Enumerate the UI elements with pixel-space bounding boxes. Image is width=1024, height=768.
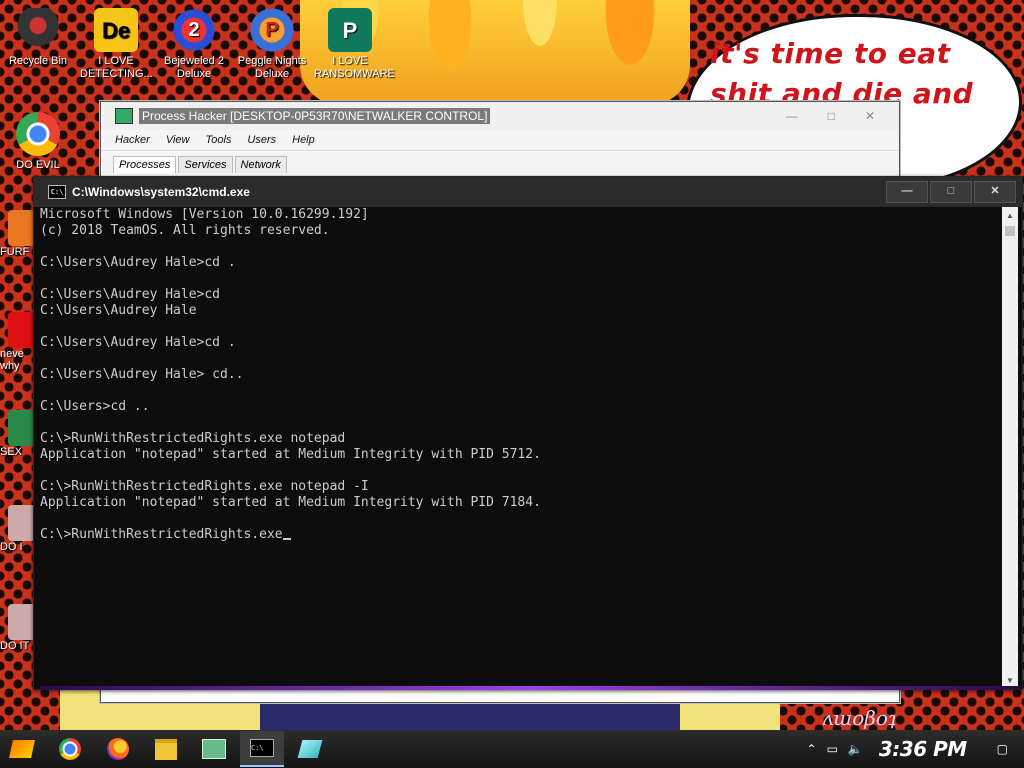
console-line: C:\Users>cd .. <box>40 399 150 414</box>
system-tray: ⌃ ▭ 🔈 3:36 PM ▢ <box>807 730 1024 768</box>
menu-help[interactable]: Help <box>292 134 315 146</box>
volume-icon[interactable]: 🔈 <box>848 742 863 756</box>
console-line: Microsoft Windows [Version 10.0.16299.19… <box>40 207 369 222</box>
start-button[interactable] <box>0 732 44 766</box>
window-title: Process Hacker [DESKTOP-0P53R70\NETWALKE… <box>139 108 491 124</box>
console-line: Application "notepad" started at Medium … <box>40 447 541 462</box>
desktop-icon-recycle-bin[interactable]: Recycle Bin <box>2 8 74 68</box>
chrome-icon <box>59 738 81 760</box>
menu-bar: Hacker View Tools Users Help <box>101 130 899 151</box>
desktop-icon-ransomware[interactable]: P I LOVE RANSOMWARE <box>314 8 395 81</box>
process-hacker-icon <box>115 108 133 124</box>
desktop-icon-label: I LOVE RANSOMWARE <box>314 55 395 80</box>
tab-processes[interactable]: Processes <box>113 156 177 173</box>
taskbar-app[interactable] <box>288 732 332 766</box>
console-line: (c) 2018 TeamOS. All rights reserved. <box>40 223 330 238</box>
taskbar-cmd[interactable]: C:\ <box>240 731 284 767</box>
window-title: C:\Windows\system32\cmd.exe <box>72 185 250 199</box>
console-output[interactable]: Microsoft Windows [Version 10.0.16299.19… <box>40 207 1000 689</box>
desktop-icon-label: DO I <box>0 541 23 553</box>
process-hacker-icon <box>202 739 226 759</box>
bejeweled-icon: 2 <box>172 8 216 52</box>
close-button[interactable]: ✕ <box>974 181 1016 203</box>
tab-network[interactable]: Network <box>234 156 287 173</box>
console-line: C:\Users\Audrey Hale>cd . <box>40 255 236 270</box>
chrome-icon <box>16 112 60 156</box>
cmd-icon: C:\ <box>48 185 66 199</box>
cmd-titlebar[interactable]: C:\ C:\Windows\system32\cmd.exe — □ ✕ <box>34 177 1022 207</box>
console-line: C:\>RunWithRestrictedRights.exe notepad … <box>40 479 369 494</box>
close-button[interactable]: ✕ <box>865 109 875 123</box>
desktop-icon-peggle[interactable]: P Peggle Nights Deluxe <box>236 8 308 81</box>
clock[interactable]: 3:36 PM <box>879 737 967 761</box>
desktop-icon-bejeweled[interactable]: 2 Bejeweled 2 Deluxe <box>158 8 230 81</box>
desktop-icon-label: Peggle Nights Deluxe <box>237 55 307 80</box>
wallpaper-tag: ʌɯoβoʇ <box>822 706 896 730</box>
chevron-up-icon[interactable]: ⌃ <box>807 742 817 756</box>
desktop-icon-label: FURF <box>0 246 30 258</box>
console-line: C:\>RunWithRestrictedRights.exe notepad <box>40 431 346 446</box>
desktop-icon-do-evil[interactable]: DO EVIL <box>2 112 74 172</box>
console-line: C:\>RunWithRestrictedRights.exe <box>40 527 1000 543</box>
console-line: C:\Users\Audrey Hale <box>40 303 197 318</box>
console-line: C:\Users\Audrey Hale>cd <box>40 287 221 302</box>
text-cursor <box>282 538 291 540</box>
desktop-icon-label: I LOVE DETECTING... <box>80 55 153 80</box>
recycle-bin-icon <box>16 8 60 52</box>
publisher-icon: P <box>328 8 372 52</box>
desktop-icon-label: Recycle Bin <box>8 55 68 67</box>
desktop-icon-label: DO EVIL <box>16 159 60 171</box>
cmd-icon: C:\ <box>250 739 274 757</box>
taskbar-file-explorer[interactable] <box>144 732 188 766</box>
menu-tools[interactable]: Tools <box>206 134 232 146</box>
tab-services[interactable]: Services <box>178 156 233 173</box>
taskbar-chrome[interactable] <box>48 732 92 766</box>
desktop-icon-label: DO IT <box>0 640 30 652</box>
process-hacker-titlebar[interactable]: Process Hacker [DESKTOP-0P53R70\NETWALKE… <box>101 102 899 130</box>
network-icon[interactable]: ▭ <box>827 742 838 756</box>
app-icon <box>297 740 323 758</box>
menu-hacker[interactable]: Hacker <box>115 134 150 146</box>
desktop-icon-label: Bejeweled 2 Deluxe <box>164 55 224 80</box>
detect-it-easy-icon: De <box>94 8 138 52</box>
maximize-button[interactable]: □ <box>930 181 972 203</box>
desktop-icon-label: SEX <box>0 446 23 458</box>
taskbar-process-hacker[interactable] <box>192 732 236 766</box>
scrollbar[interactable]: ▲ ▼ <box>1002 207 1018 689</box>
peggle-icon: P <box>250 8 294 52</box>
menu-view[interactable]: View <box>166 134 190 146</box>
menu-users[interactable]: Users <box>247 134 276 146</box>
notification-icon[interactable]: ▢ <box>997 742 1008 756</box>
console-line: C:\Users\Audrey Hale>cd . <box>40 335 236 350</box>
firefox-icon <box>107 738 129 760</box>
window-accent-bar <box>40 686 1020 690</box>
start-icon <box>9 740 35 758</box>
console-line: Application "notepad" started at Medium … <box>40 495 541 510</box>
desktop-icon-detecting[interactable]: De I LOVE DETECTING... <box>80 8 153 81</box>
minimize-button[interactable]: — <box>786 109 798 123</box>
maximize-button[interactable]: □ <box>828 109 835 123</box>
minimize-button[interactable]: — <box>886 181 928 203</box>
scrollbar-thumb[interactable] <box>1005 226 1015 236</box>
taskbar-firefox[interactable] <box>96 732 140 766</box>
console-line: C:\Users\Audrey Hale> cd.. <box>40 367 244 382</box>
file-explorer-icon <box>155 738 177 760</box>
cmd-window[interactable]: C:\ C:\Windows\system32\cmd.exe — □ ✕ Mi… <box>33 176 1023 690</box>
scroll-up-icon[interactable]: ▲ <box>1002 207 1018 224</box>
tab-bar: Processes Services Network <box>101 151 899 173</box>
desktop-icon-label: neve why <box>0 348 24 372</box>
